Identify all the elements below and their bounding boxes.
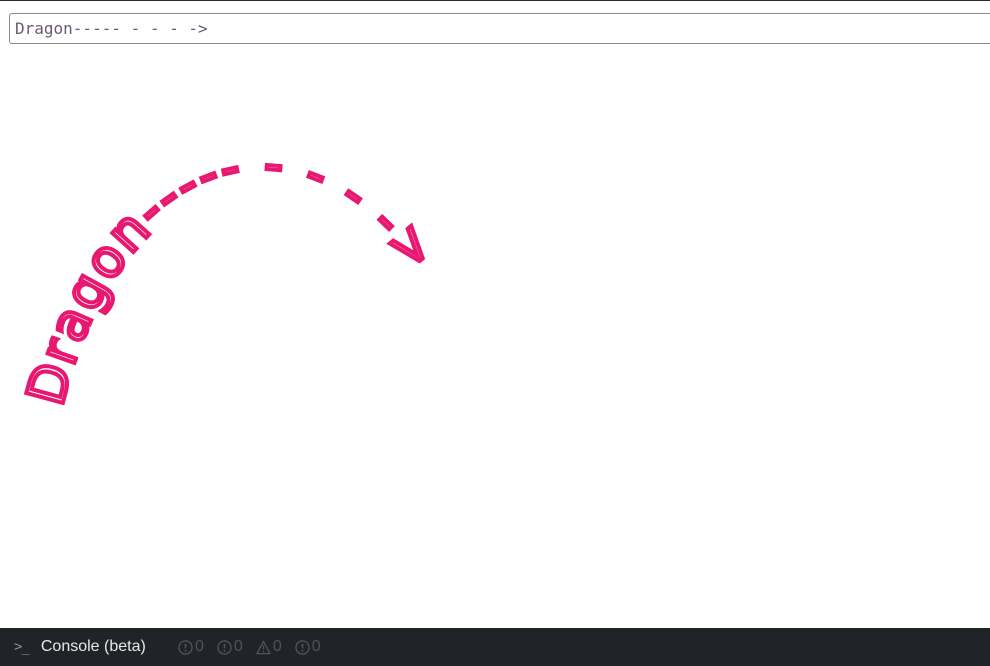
warning-triangle-icon [256, 640, 271, 654]
console-label: Console (beta) [40, 638, 146, 655]
error-count: 0 [233, 638, 243, 655]
log-circle-icon [295, 639, 310, 655]
error-counter[interactable]: 0 [217, 638, 243, 656]
warning-counter[interactable]: 0 [256, 638, 282, 656]
console-prompt-icon: >_ [14, 639, 30, 655]
warning-count: 0 [272, 638, 282, 655]
console-bar: >_ Console (beta) 0 0 0 0 [0, 628, 990, 666]
info-count: 0 [195, 638, 204, 655]
log-counter[interactable]: 0 [295, 638, 321, 656]
log-count: 0 [311, 638, 321, 655]
curved-text: Dragon----- - - - -> [16, 134, 449, 411]
top-border [0, 0, 990, 1]
curved-text-path: Dragon----- - - - -> [14, 132, 449, 413]
info-circle-icon [178, 639, 193, 655]
text-path-input[interactable] [9, 13, 990, 44]
console-counters: 0 0 0 0 [178, 628, 334, 666]
text-path-canvas: Dragon----- - - - -> [14, 132, 449, 413]
console-toggle-button[interactable]: >_ Console (beta) [14, 628, 146, 666]
info-counter[interactable]: 0 [178, 638, 204, 656]
error-circle-icon [217, 639, 232, 655]
